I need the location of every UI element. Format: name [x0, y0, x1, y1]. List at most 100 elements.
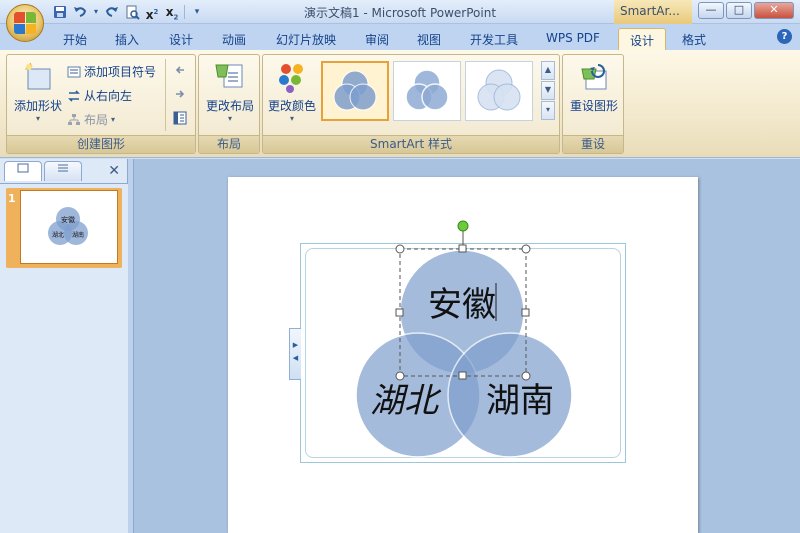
resize-handle[interactable]	[521, 244, 531, 254]
venn-style-preview	[405, 69, 449, 111]
workspace: ✕ 1 安徽 湖北 湖南 ▶ ◀ 安徽 湖北 湖南	[0, 159, 800, 533]
arrow-right-icon	[173, 87, 187, 101]
layout-button[interactable]: 布局 ▾	[67, 111, 115, 128]
thumb-label: 湖北	[52, 231, 64, 239]
resize-handle[interactable]	[395, 308, 404, 317]
layout-label: 布局	[84, 113, 109, 127]
resize-handle[interactable]	[458, 371, 467, 380]
tab-home[interactable]: 开始	[54, 28, 96, 50]
arrow-left-icon	[173, 63, 187, 77]
maximize-button[interactable]: □	[726, 2, 752, 19]
window-controls: — □ ✕	[698, 2, 794, 19]
resize-handle[interactable]	[395, 244, 405, 254]
resize-handle[interactable]	[521, 308, 530, 317]
rotation-handle[interactable]	[457, 220, 469, 232]
ribbon: 添加形状 ▾ 添加项目符号 从右向左 布局 ▾ 创建图形 更改布局 ▾ 布局 更…	[0, 50, 800, 158]
office-button[interactable]	[6, 4, 44, 42]
promote-button[interactable]	[173, 63, 187, 77]
help-icon[interactable]: ?	[777, 29, 792, 44]
venn-label-right[interactable]: 湖南	[486, 373, 554, 422]
close-button[interactable]: ✕	[754, 2, 794, 19]
smartart-style-gallery	[321, 61, 539, 121]
pane-splitter[interactable]	[128, 159, 134, 533]
add-bullet-button[interactable]: 添加项目符号	[67, 63, 156, 80]
venn-style-preview	[477, 69, 521, 111]
color-palette-icon	[276, 61, 308, 93]
dropdown-arrow-icon: ▾	[289, 114, 294, 123]
office-logo-icon	[14, 12, 36, 34]
tab-slideshow[interactable]: 幻灯片放映	[267, 28, 345, 50]
change-layout-label: 更改布局	[205, 99, 254, 113]
tab-outline[interactable]	[44, 161, 82, 181]
tab-design[interactable]: 设计	[160, 28, 202, 50]
tab-smartart-design[interactable]: 设计	[618, 28, 666, 50]
tab-slides[interactable]	[4, 161, 42, 181]
gallery-style-item[interactable]	[393, 61, 461, 121]
slide-canvas[interactable]: ▶ ◀ 安徽 湖北 湖南	[228, 177, 698, 533]
add-shape-icon	[22, 61, 54, 93]
dropdown-arrow-icon: ▾	[227, 114, 232, 123]
bullet-list-icon	[67, 65, 81, 79]
group-create-graphic: 添加形状 ▾ 添加项目符号 从右向左 布局 ▾ 创建图形	[6, 54, 196, 154]
right-to-left-button[interactable]: 从右向左	[67, 87, 132, 104]
venn-diagram	[355, 220, 573, 458]
slide-thumbnail[interactable]: 安徽 湖北 湖南	[20, 190, 118, 264]
org-chart-icon	[67, 113, 81, 127]
venn-label-top[interactable]: 安徽	[428, 277, 496, 326]
reset-graphic-icon	[578, 61, 610, 93]
add-shape-label: 添加形状	[13, 99, 62, 113]
tab-format[interactable]: 格式	[672, 28, 716, 50]
layout-gallery-icon	[214, 61, 246, 93]
tab-developer[interactable]: 开发工具	[462, 28, 526, 50]
gallery-style-item[interactable]	[465, 61, 533, 121]
tab-review[interactable]: 审阅	[356, 28, 398, 50]
demote-button[interactable]	[173, 87, 187, 101]
text-pane-button[interactable]	[173, 111, 187, 125]
slide-thumbnail-list: 1 安徽 湖北 湖南	[0, 183, 128, 533]
contextual-tab-title: SmartAr...	[614, 0, 692, 24]
group-smartart-styles: 更改颜色 ▾ ▲ ▼ ▾ SmartArt 样式	[262, 54, 560, 154]
tab-wps-pdf[interactable]: WPS PDF	[538, 28, 608, 50]
group-separator	[165, 59, 166, 131]
group-label-smartart-styles: SmartArt 样式	[263, 135, 559, 153]
resize-handle[interactable]	[458, 244, 467, 253]
group-layouts: 更改布局 ▾ 布局	[198, 54, 260, 154]
group-reset: 重设图形 重设	[562, 54, 624, 154]
slide-icon	[17, 163, 29, 173]
title-bar: ▾ x2 x2 ▾ 演示文稿1 - Microsoft PowerPoint S…	[0, 0, 800, 24]
outline-icon	[58, 164, 68, 172]
right-to-left-label: 从右向左	[84, 89, 133, 103]
tab-view[interactable]: 视图	[408, 28, 450, 50]
slide-number: 1	[8, 192, 16, 205]
swap-arrows-icon	[67, 89, 81, 103]
ribbon-tabs: 开始 插入 设计 动画 幻灯片放映 审阅 视图 开发工具 WPS PDF 设计 …	[0, 24, 800, 50]
venn-style-preview	[333, 70, 377, 111]
gallery-scroll-down-icon[interactable]: ▼	[541, 81, 555, 100]
add-shape-button[interactable]: 添加形状 ▾	[11, 61, 65, 123]
gallery-style-item[interactable]	[321, 61, 389, 121]
add-bullet-label: 添加项目符号	[84, 65, 157, 79]
group-label-layouts: 布局	[199, 135, 259, 153]
minimize-button[interactable]: —	[698, 2, 724, 19]
gallery-more-icon[interactable]: ▾	[541, 101, 555, 120]
change-colors-label: 更改颜色	[267, 99, 316, 113]
change-layout-button[interactable]: 更改布局 ▾	[203, 61, 257, 123]
dropdown-arrow-icon: ▾	[35, 114, 40, 123]
slides-pane: ✕ 1 安徽 湖北 湖南	[0, 159, 128, 533]
change-colors-button[interactable]: 更改颜色 ▾	[265, 61, 319, 123]
group-label-create-graphic: 创建图形	[7, 135, 195, 153]
reset-graphic-button[interactable]: 重设图形	[567, 61, 621, 114]
text-pane-icon	[173, 111, 187, 125]
pane-tabs: ✕	[2, 161, 126, 183]
venn-label-left[interactable]: 湖北	[370, 373, 438, 422]
gallery-scroll: ▲ ▼ ▾	[541, 61, 555, 121]
tab-animations[interactable]: 动画	[213, 28, 255, 50]
group-label-reset: 重设	[563, 135, 623, 153]
thumbnail-venn: 安徽 湖北 湖南	[48, 207, 88, 245]
gallery-scroll-up-icon[interactable]: ▲	[541, 61, 555, 80]
close-pane-icon[interactable]: ✕	[108, 163, 120, 179]
tab-insert[interactable]: 插入	[106, 28, 148, 50]
thumb-label: 湖南	[72, 231, 84, 239]
reset-graphic-label: 重设图形	[569, 99, 618, 113]
thumb-label: 安徽	[61, 215, 75, 224]
